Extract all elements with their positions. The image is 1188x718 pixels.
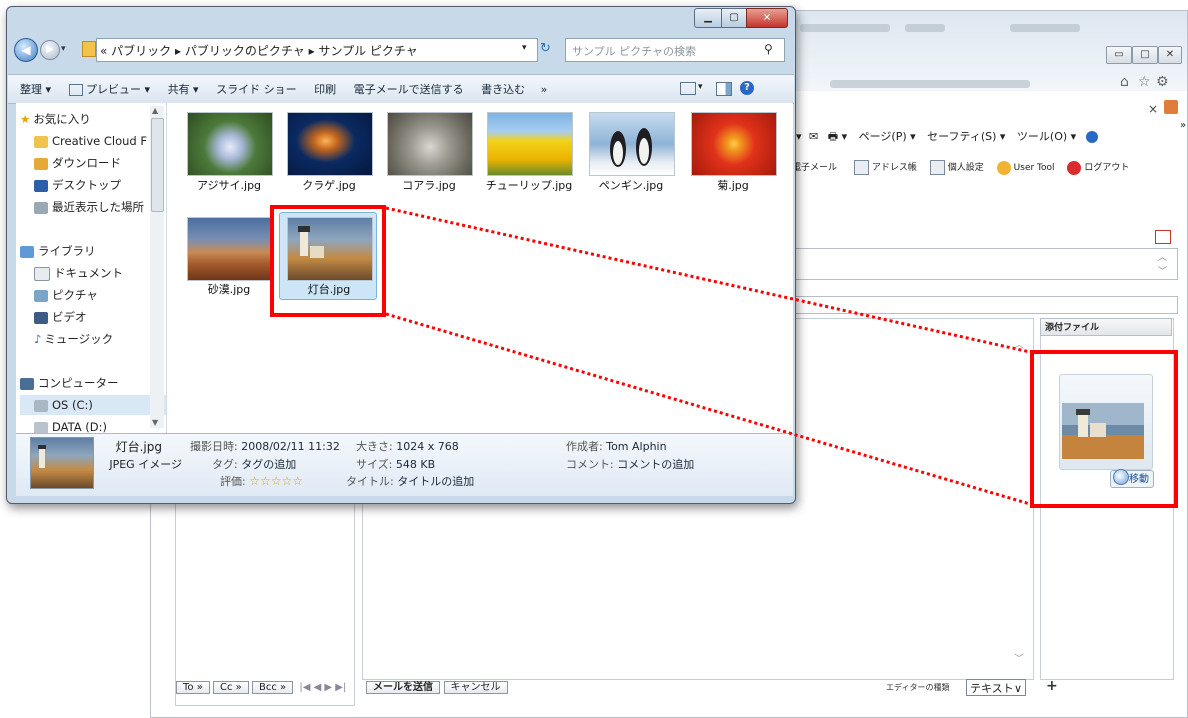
annotation-dotted-line-top bbox=[385, 206, 1031, 354]
annotation-arrows bbox=[385, 206, 1031, 506]
annotation-dotted-line-bottom bbox=[385, 312, 1031, 506]
